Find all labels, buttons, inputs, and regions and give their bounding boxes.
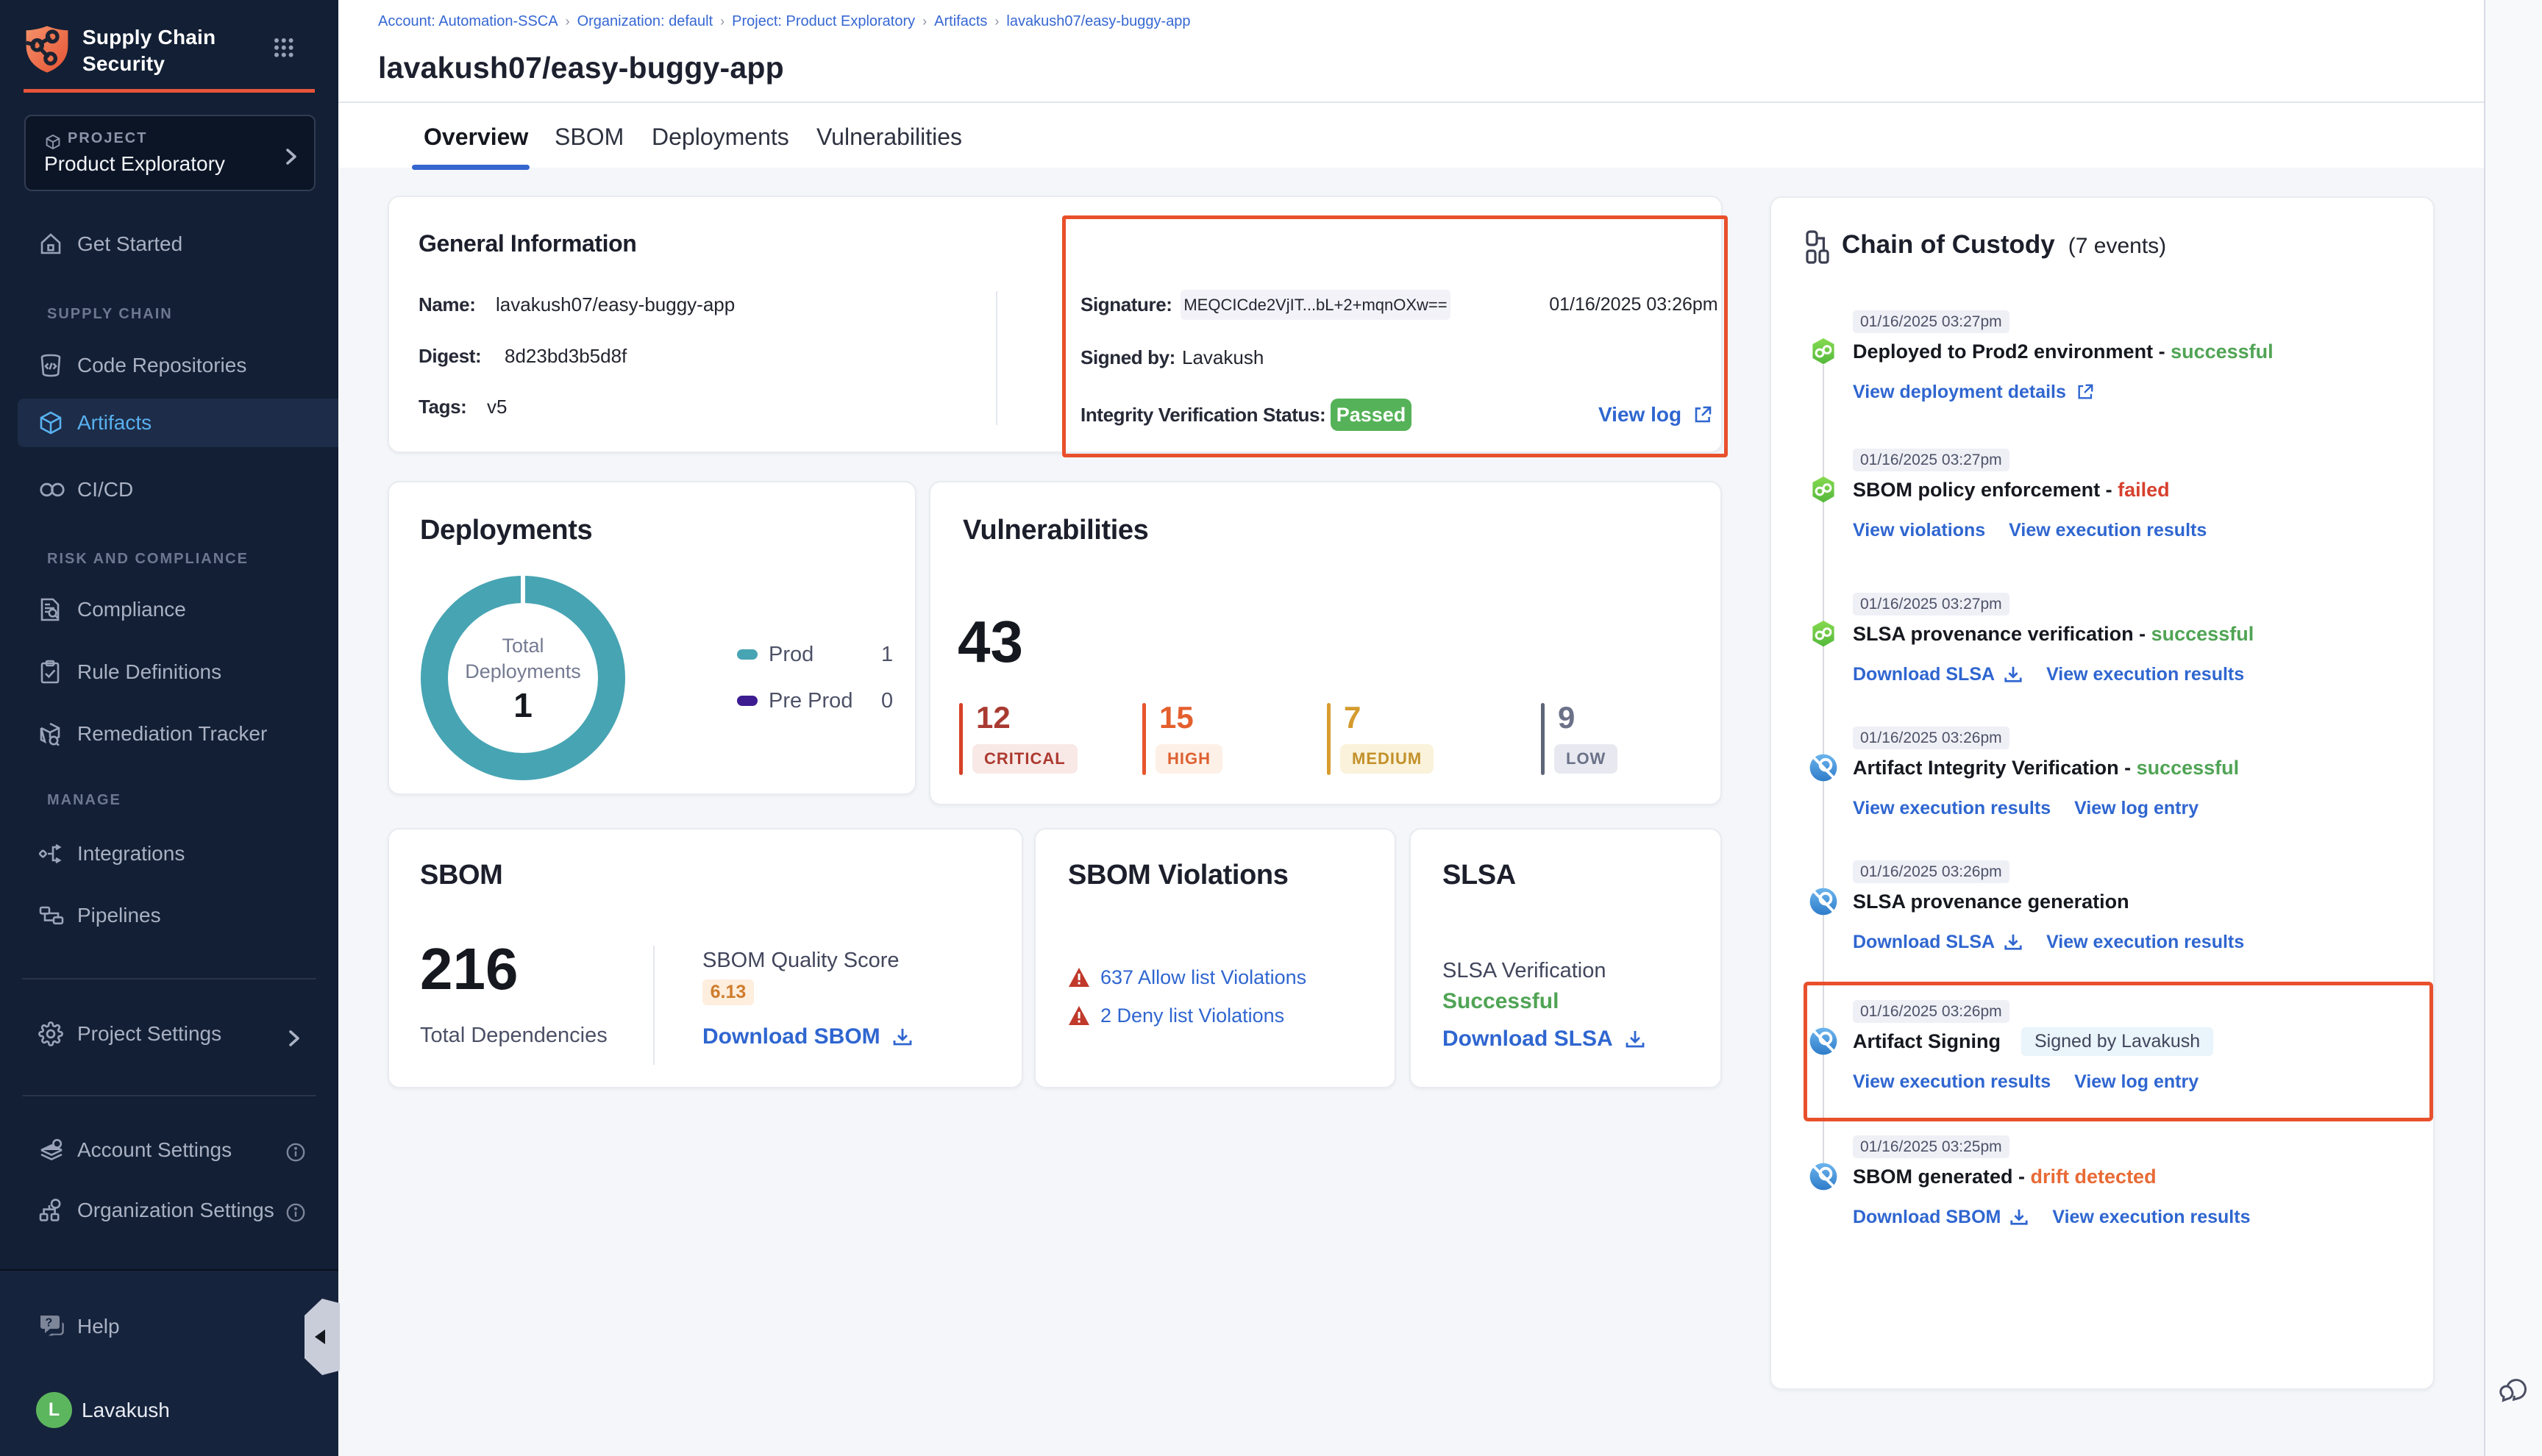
- svg-text:?: ?: [46, 1317, 53, 1330]
